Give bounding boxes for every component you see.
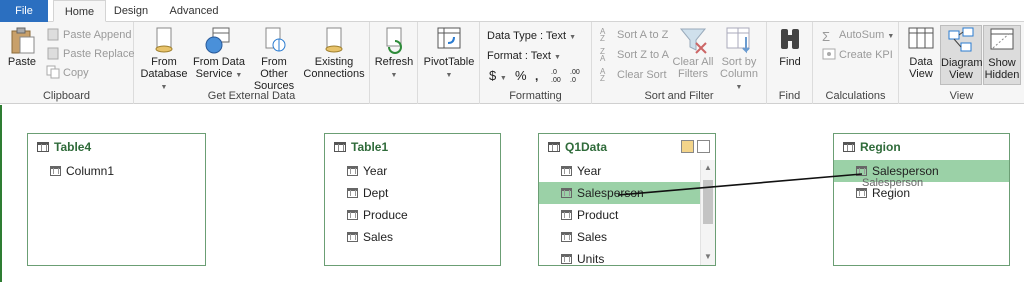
relationship-line <box>617 173 863 196</box>
